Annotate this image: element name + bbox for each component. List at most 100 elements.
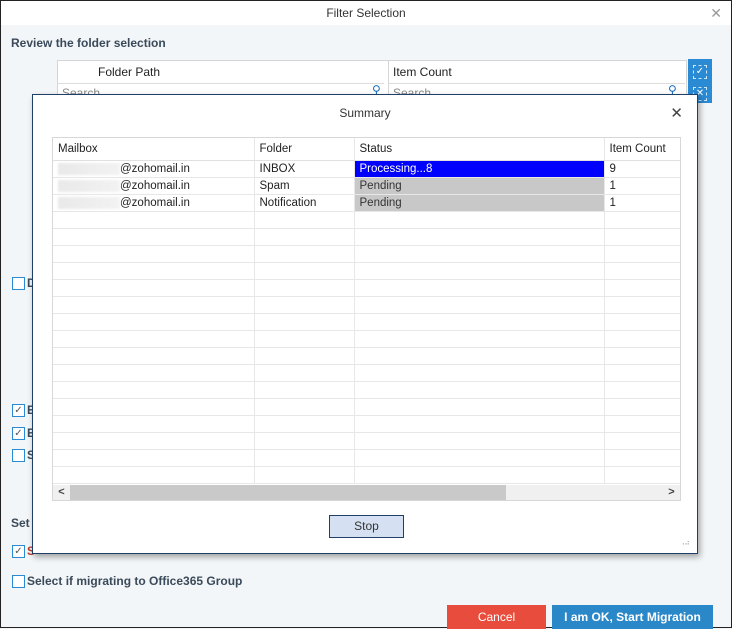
table-row[interactable] <box>53 381 680 399</box>
status-cell <box>354 364 605 382</box>
item-count-cell <box>604 347 680 365</box>
status-cell <box>354 245 605 263</box>
mailbox-cell: @zohomail.in <box>53 194 255 212</box>
table-row[interactable]: @zohomail.in Spam Pending 1 <box>53 177 680 195</box>
table-row[interactable] <box>53 279 680 297</box>
table-row[interactable]: @zohomail.in Notification Pending 1 <box>53 194 680 212</box>
folder-cell <box>254 347 355 365</box>
folder-cell <box>254 262 355 280</box>
window-title: Filter Selection <box>326 6 406 20</box>
mailbox-cell <box>53 228 255 246</box>
status-cell: Pending <box>354 177 605 195</box>
close-icon[interactable]: ✕ <box>670 104 683 122</box>
item-count-cell <box>604 466 680 484</box>
redacted-mailbox-name <box>58 162 120 175</box>
scroll-left-icon[interactable]: < <box>54 485 69 500</box>
folder-cell <box>254 330 355 348</box>
item-count-cell <box>604 313 680 331</box>
table-row[interactable] <box>53 449 680 467</box>
mailbox-cell: @zohomail.in <box>53 177 255 195</box>
status-cell <box>354 279 605 297</box>
table-row[interactable] <box>53 245 680 263</box>
mailbox-cell <box>53 449 255 467</box>
column-header-status[interactable]: Status <box>354 138 605 161</box>
folder-cell <box>254 398 355 416</box>
mailbox-cell <box>53 279 255 297</box>
redacted-mailbox-name <box>58 179 120 192</box>
mailbox-cell <box>53 211 255 229</box>
table-row[interactable] <box>53 347 680 365</box>
status-cell: Pending <box>354 194 605 212</box>
column-header-folder[interactable]: Folder <box>254 138 355 161</box>
horizontal-scrollbar[interactable]: < > <box>53 485 680 500</box>
summary-title: Summary <box>339 106 391 120</box>
mailbox-cell <box>53 262 255 280</box>
stop-button[interactable]: Stop <box>329 515 404 538</box>
table-row[interactable] <box>53 466 680 484</box>
table-row[interactable] <box>53 228 680 246</box>
table-row[interactable] <box>53 313 680 331</box>
option-checkbox-4[interactable] <box>12 449 25 462</box>
table-row[interactable] <box>53 415 680 433</box>
status-cell: Processing...8 <box>354 160 605 178</box>
table-row[interactable]: @zohomail.in INBOX Processing...8 9 <box>53 160 680 178</box>
column-header-folder-path[interactable]: Folder Path <box>98 65 160 79</box>
mailbox-cell <box>53 364 255 382</box>
option-checkbox-3[interactable]: ✓ <box>12 427 25 440</box>
table-row[interactable] <box>53 398 680 416</box>
column-header-item-count[interactable]: Item Count <box>393 65 452 79</box>
summary-grid: Mailbox Folder Status Item Count @zohoma… <box>52 137 681 501</box>
folder-cell <box>254 313 355 331</box>
item-count-cell <box>604 245 680 263</box>
mailbox-cell <box>53 330 255 348</box>
start-migration-button[interactable]: I am OK, Start Migration <box>552 605 713 629</box>
table-row[interactable] <box>53 211 680 229</box>
status-cell <box>354 313 605 331</box>
folder-cell <box>254 449 355 467</box>
folder-cell <box>254 245 355 263</box>
mailbox-cell: @zohomail.in <box>53 160 255 178</box>
mailbox-cell <box>53 296 255 314</box>
cancel-button[interactable]: Cancel <box>447 605 546 629</box>
red-option-checkbox[interactable]: ✓ <box>12 545 25 558</box>
item-count-cell <box>604 296 680 314</box>
mailbox-cell <box>53 381 255 399</box>
scroll-right-icon[interactable]: > <box>664 485 679 500</box>
option-checkbox-1[interactable] <box>12 277 25 290</box>
item-count-cell <box>604 330 680 348</box>
item-count-cell: 9 <box>604 160 680 178</box>
folder-cell <box>254 228 355 246</box>
office365-group-checkbox[interactable] <box>12 575 25 588</box>
folder-cell <box>254 432 355 450</box>
folder-cell <box>254 415 355 433</box>
table-row[interactable] <box>53 432 680 450</box>
scrollbar-thumb[interactable] <box>70 485 506 500</box>
item-count-cell: 1 <box>604 194 680 212</box>
office365-group-label[interactable]: Select if migrating to Office365 Group <box>27 574 242 588</box>
table-row[interactable] <box>53 296 680 314</box>
mailbox-cell <box>53 415 255 433</box>
item-count-cell <box>604 211 680 229</box>
status-cell <box>354 466 605 484</box>
table-row[interactable] <box>53 262 680 280</box>
resize-grip-icon[interactable]: ⠠⠴ <box>679 538 690 547</box>
table-row[interactable] <box>53 330 680 348</box>
status-cell <box>354 296 605 314</box>
column-header-item-count[interactable]: Item Count <box>604 138 680 161</box>
mailbox-cell <box>53 466 255 484</box>
mailbox-cell <box>53 245 255 263</box>
select-all-button[interactable]: ✓ <box>688 59 712 81</box>
status-cell <box>354 211 605 229</box>
select-all-icon: ✓ <box>693 65 707 79</box>
status-cell <box>354 228 605 246</box>
option-checkbox-2[interactable]: ✓ <box>12 404 25 417</box>
item-count-cell <box>604 364 680 382</box>
close-icon[interactable]: ✕ <box>710 5 722 22</box>
status-cell <box>354 347 605 365</box>
mailbox-cell <box>53 398 255 416</box>
column-header-mailbox[interactable]: Mailbox <box>53 138 255 161</box>
mailbox-cell <box>53 347 255 365</box>
status-cell <box>354 415 605 433</box>
table-row[interactable] <box>53 364 680 382</box>
folder-cell: Spam <box>254 177 355 195</box>
